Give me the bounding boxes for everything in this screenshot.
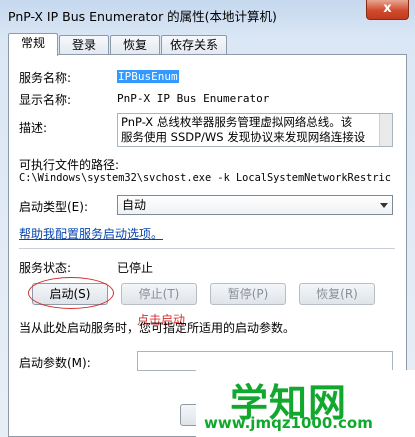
service-name-value[interactable]: IPBusEnum [117,70,179,83]
chevron-down-icon [380,203,388,208]
exe-path-label: 可执行文件的路径: [19,158,120,172]
properties-window: PnP-X IP Bus Enumerator 的属性(本地计算机) x 常规 … [0,0,415,437]
description-line-2: 服务使用 SSDP/WS 发现协议来发现网络连接设 [121,130,366,144]
window-title: PnP-X IP Bus Enumerator 的属性(本地计算机) [8,9,277,24]
startup-type-label: 启动类型(E): [19,200,88,214]
divider [19,248,395,249]
pause-button[interactable]: 暂停(P) [210,283,286,305]
tab-dependencies[interactable]: 依存关系 [161,35,227,55]
service-status-value: 已停止 [117,261,154,275]
description-label: 描述: [19,121,48,135]
display-name-value[interactable]: PnP-X IP Bus Enumerator [117,92,269,105]
service-name-label: 服务名称: [19,71,72,85]
close-icon: x [383,1,392,16]
display-name-label: 显示名称: [19,93,72,107]
tab-general[interactable]: 常规 [8,33,58,56]
description-scrollbar[interactable] [379,114,392,146]
service-status-label: 服务状态: [19,261,72,275]
startup-type-value: 自动 [122,198,147,212]
startup-type-select[interactable]: 自动 [117,195,393,215]
hint-text: 当从此处启动服务时，您可指定所适用的启动参数。 [19,321,296,335]
watermark-url: www.jmqz1000.com [204,414,373,432]
resume-button[interactable]: 恢复(R) [299,283,375,305]
title-bar[interactable]: PnP-X IP Bus Enumerator 的属性(本地计算机) x [0,0,415,28]
description-line-1: PnP-X 总线枚举器服务管理虚拟网络总线。该 [121,115,353,129]
help-configure-link[interactable]: 帮助我配置服务启动选项。 [19,225,163,242]
close-button[interactable]: x [366,0,409,20]
exe-path-value[interactable]: C:\Windows\system32\svchost.exe -k Local… [19,172,391,184]
annotation-circle [28,277,114,309]
start-params-label: 启动参数(M): [19,356,91,370]
description-box[interactable]: PnP-X 总线枚举器服务管理虚拟网络总线。该 服务使用 SSDP/WS 发现协… [117,113,393,147]
tab-logon[interactable]: 登录 [59,35,109,55]
start-params-input[interactable] [137,351,393,371]
stop-button[interactable]: 停止(T) [121,283,197,305]
tab-strip: 常规 登录 恢复 依存关系 [8,33,408,56]
tab-recovery[interactable]: 恢复 [110,35,160,55]
